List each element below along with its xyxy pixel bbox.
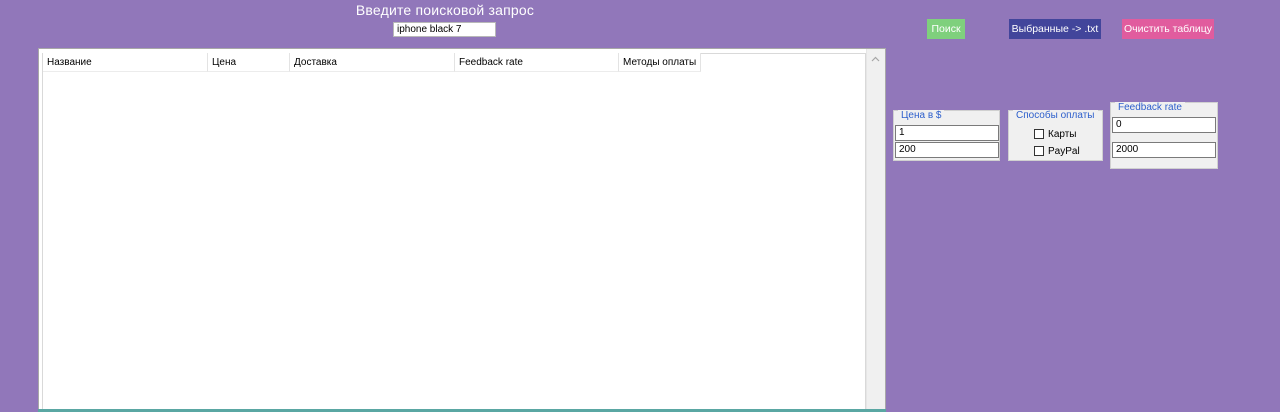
- price-filter-title: Цена в $: [898, 110, 945, 122]
- payment-option-cards[interactable]: Карты: [1034, 127, 1077, 141]
- feedback-max-field[interactable]: 2000: [1112, 142, 1216, 158]
- column-header-price[interactable]: Цена: [208, 53, 290, 72]
- checkbox-cards-label: Карты: [1048, 128, 1077, 140]
- search-prompt-label: Введите поисковой запрос: [355, 2, 535, 18]
- payment-filter-title: Способы оплаты: [1013, 110, 1098, 122]
- price-min-field[interactable]: 1: [895, 125, 999, 141]
- chevron-up-icon[interactable]: [866, 50, 885, 67]
- payment-option-paypal[interactable]: PayPal: [1034, 144, 1080, 158]
- export-selected-button[interactable]: Выбранные -> .txt: [1009, 19, 1101, 39]
- feedback-filter-group: Feedback rate 0 2000: [1110, 102, 1218, 169]
- table-header: Название Цена Доставка Feedback rate Мет…: [43, 53, 865, 72]
- payment-filter-group: Способы оплаты Карты PayPal: [1008, 110, 1103, 161]
- search-button[interactable]: Поиск: [927, 19, 965, 39]
- search-input[interactable]: iphone black 7: [393, 22, 496, 37]
- feedback-min-field[interactable]: 0: [1112, 117, 1216, 133]
- feedback-filter-title: Feedback rate: [1115, 102, 1185, 114]
- column-header-delivery[interactable]: Доставка: [290, 53, 455, 72]
- column-header-feedback[interactable]: Feedback rate: [455, 53, 619, 72]
- checkbox-paypal[interactable]: [1034, 146, 1044, 156]
- clear-table-button[interactable]: Очистить таблицу: [1122, 19, 1214, 39]
- table-scrollbar[interactable]: [866, 49, 885, 412]
- price-filter-group: Цена в $ 1 200: [893, 110, 1000, 161]
- checkbox-cards[interactable]: [1034, 129, 1044, 139]
- price-max-field[interactable]: 200: [895, 142, 999, 158]
- column-header-name[interactable]: Название: [43, 53, 208, 72]
- column-header-payment[interactable]: Методы оплаты: [619, 53, 701, 72]
- checkbox-paypal-label: PayPal: [1048, 145, 1080, 157]
- results-table[interactable]: [42, 53, 866, 412]
